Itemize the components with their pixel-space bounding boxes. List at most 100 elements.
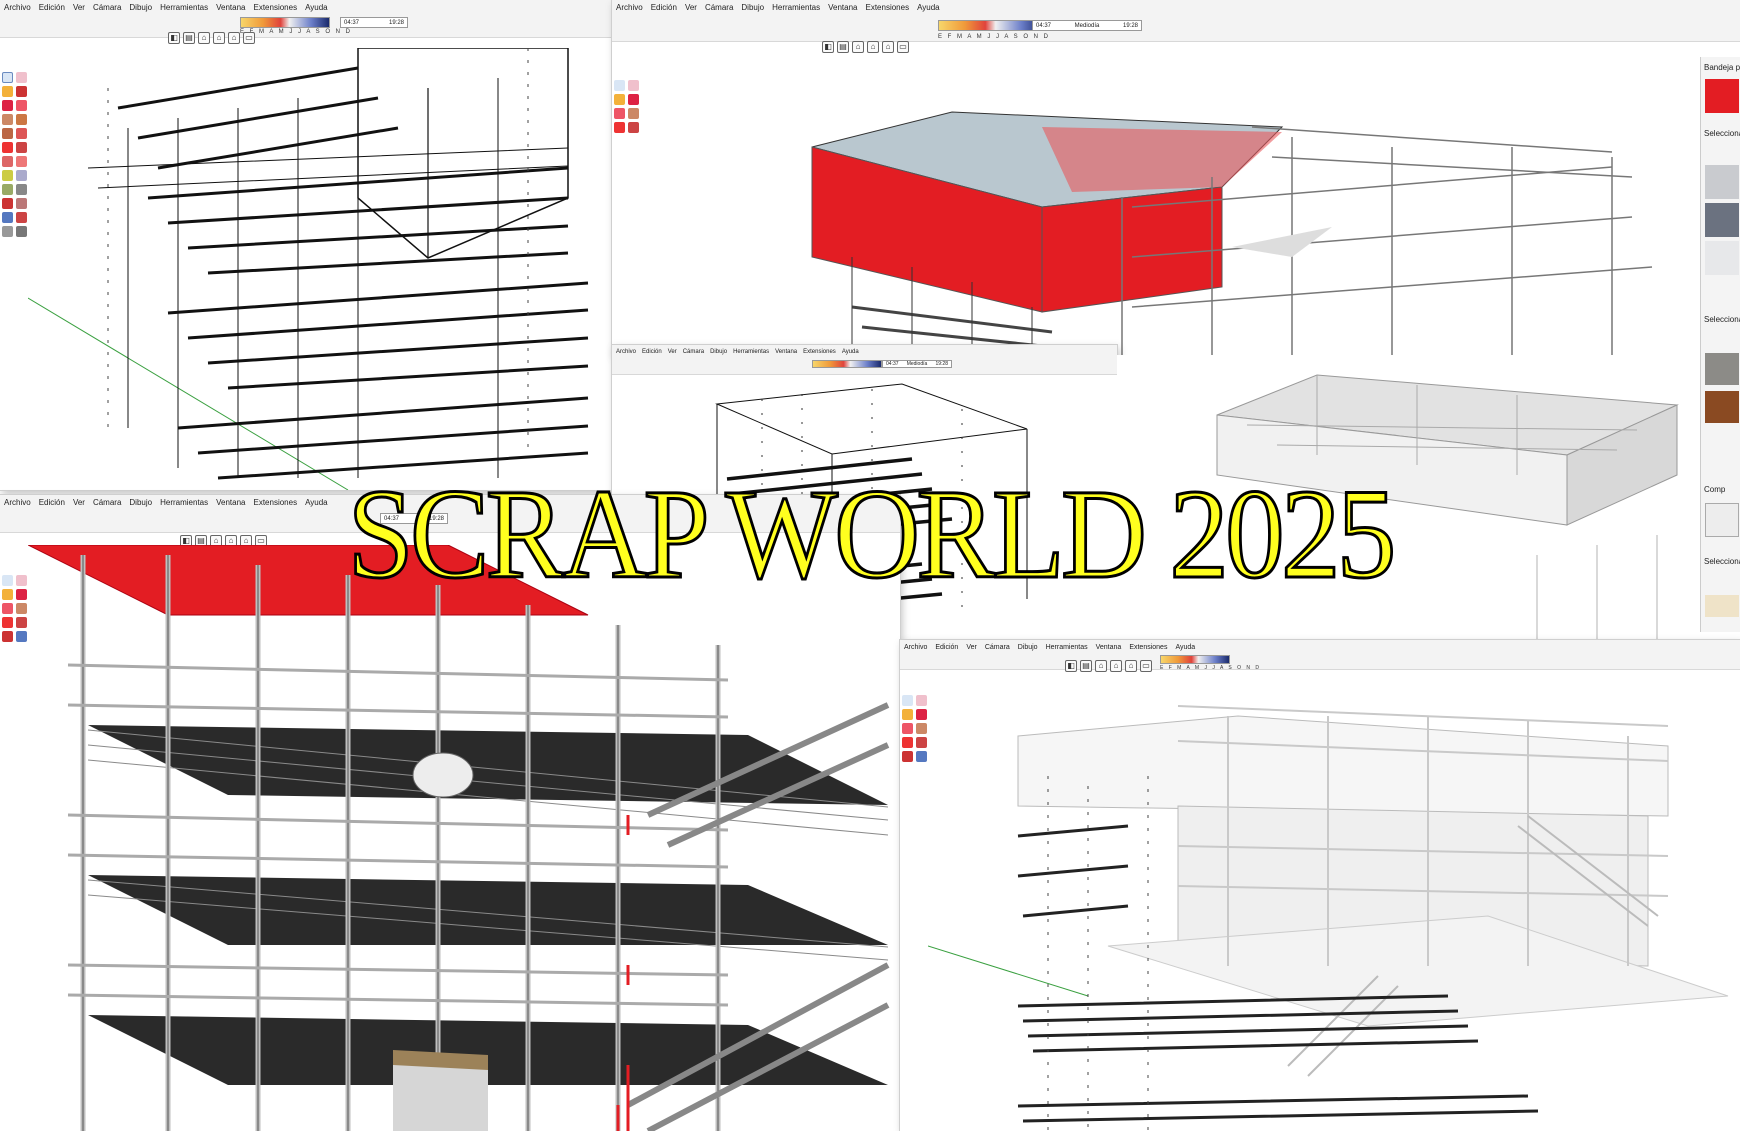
text-icon[interactable] (16, 184, 27, 195)
zoom-icon[interactable] (16, 631, 27, 642)
material-light-grey[interactable] (1705, 165, 1739, 199)
component-railing-thumb[interactable] (1705, 595, 1739, 617)
paint-bucket-icon[interactable] (2, 589, 13, 600)
menu-camara[interactable]: Cámara (705, 3, 733, 12)
menu-ver[interactable]: Ver (668, 349, 677, 355)
current-material-swatch[interactable] (1705, 79, 1739, 113)
menu-ayuda[interactable]: Ayuda (842, 349, 859, 355)
rectangle-icon[interactable] (916, 723, 927, 734)
left-view-icon[interactable]: ▭ (243, 32, 255, 44)
paint-bucket-icon[interactable] (902, 709, 913, 720)
menu-dibujo[interactable]: Dibujo (710, 349, 727, 355)
look-around-icon[interactable] (16, 226, 27, 237)
polygon-icon[interactable] (2, 128, 13, 139)
3d-viewport-1[interactable] (28, 48, 612, 490)
menu-archivo[interactable]: Archivo (904, 644, 927, 651)
offset-icon[interactable] (16, 156, 27, 167)
iso-view-icon[interactable]: ◧ (1065, 660, 1077, 672)
arc-icon[interactable] (16, 100, 27, 111)
menu-extensiones[interactable]: Extensiones (865, 3, 909, 12)
shadow-gradient[interactable] (240, 17, 330, 28)
protractor-icon[interactable] (2, 184, 13, 195)
menu-dibujo[interactable]: Dibujo (129, 3, 152, 12)
scale-icon[interactable] (2, 156, 13, 167)
arc-icon[interactable] (2, 603, 13, 614)
dimension-icon[interactable] (16, 170, 27, 181)
menu-ver[interactable]: Ver (685, 3, 697, 12)
menu-ver[interactable]: Ver (73, 3, 85, 12)
menu-edicion[interactable]: Edición (651, 3, 677, 12)
circle-icon[interactable] (16, 114, 27, 125)
back-view-icon[interactable]: ⌂ (228, 32, 240, 44)
shadow-gradient[interactable] (938, 20, 1043, 31)
walk-icon[interactable] (2, 226, 13, 237)
move-icon[interactable] (2, 617, 13, 628)
front-view-icon[interactable]: ⌂ (852, 41, 864, 53)
iso-view-icon[interactable]: ◧ (822, 41, 834, 53)
menu-ver[interactable]: Ver (966, 644, 977, 651)
right-view-icon[interactable]: ⌂ (1110, 660, 1122, 672)
select-arrow-icon[interactable] (2, 72, 13, 83)
menu-extensiones[interactable]: Extensiones (1129, 644, 1167, 651)
rectangle-icon[interactable] (628, 108, 639, 119)
rectangle-icon[interactable] (16, 603, 27, 614)
menu-archivo[interactable]: Archivo (616, 349, 636, 355)
pencil-icon[interactable] (628, 94, 639, 105)
eraser-icon[interactable] (16, 72, 27, 83)
menu-edicion[interactable]: Edición (935, 644, 958, 651)
orbit-icon[interactable] (2, 631, 13, 642)
line-icon[interactable] (16, 86, 27, 97)
top-view-icon[interactable]: ▤ (1080, 660, 1092, 672)
rectangle-icon[interactable] (2, 114, 13, 125)
right-view-icon[interactable]: ⌂ (867, 41, 879, 53)
right-view-icon[interactable]: ⌂ (213, 32, 225, 44)
select-arrow-icon[interactable] (2, 575, 13, 586)
3d-viewport-6[interactable] (928, 676, 1740, 1131)
back-view-icon[interactable]: ⌂ (882, 41, 894, 53)
menu-ventana[interactable]: Ventana (828, 3, 857, 12)
menu-dibujo[interactable]: Dibujo (741, 3, 764, 12)
material-pale-grey[interactable] (1705, 241, 1739, 275)
menu-extensiones[interactable]: Extensiones (803, 349, 836, 355)
pencil-icon[interactable] (916, 709, 927, 720)
3d-viewport-2[interactable] (652, 57, 1700, 355)
zoom-icon[interactable] (2, 212, 13, 223)
menu-archivo[interactable]: Archivo (4, 498, 31, 507)
menu-archivo[interactable]: Archivo (616, 3, 643, 12)
menu-ayuda[interactable]: Ayuda (305, 3, 328, 12)
menu-ayuda[interactable]: Ayuda (1175, 644, 1195, 651)
top-view-icon[interactable]: ▤ (837, 41, 849, 53)
pan-icon[interactable] (16, 198, 27, 209)
top-view-icon[interactable]: ▤ (183, 32, 195, 44)
pencil-icon[interactable] (2, 100, 13, 111)
menu-ayuda[interactable]: Ayuda (917, 3, 940, 12)
tape-measure-icon[interactable] (2, 170, 13, 181)
shadow-gradient[interactable] (1160, 655, 1230, 664)
shadow-time[interactable]: 04:37 Mediodía 19:28 (1032, 20, 1142, 31)
eraser-icon[interactable] (16, 575, 27, 586)
menu-herramientas[interactable]: Herramientas (772, 3, 820, 12)
menu-dibujo[interactable]: Dibujo (1018, 644, 1038, 651)
arc-icon[interactable] (614, 108, 625, 119)
menu-camara[interactable]: Cámara (93, 3, 121, 12)
pushpull-icon[interactable] (16, 128, 27, 139)
select-arrow-icon[interactable] (902, 695, 913, 706)
back-view-icon[interactable]: ⌂ (1125, 660, 1137, 672)
3d-viewport-5[interactable] (28, 545, 900, 1131)
menu-ventana[interactable]: Ventana (775, 349, 797, 355)
shadow-time[interactable]: 04:37 Mediodía 19:28 (882, 360, 952, 368)
zoom-icon[interactable] (916, 751, 927, 762)
move-icon[interactable] (614, 122, 625, 133)
menu-herramientas[interactable]: Herramientas (160, 3, 208, 12)
rotate-icon[interactable] (916, 737, 927, 748)
rotate-icon[interactable] (16, 142, 27, 153)
material-stone[interactable] (1705, 353, 1739, 385)
zoom-window-icon[interactable] (16, 212, 27, 223)
menu-extensiones[interactable]: Extensiones (253, 3, 297, 12)
arc-icon[interactable] (902, 723, 913, 734)
material-blue-grey[interactable] (1705, 203, 1739, 237)
component-cube-thumb[interactable] (1705, 503, 1739, 537)
move-icon[interactable] (902, 737, 913, 748)
front-view-icon[interactable]: ⌂ (1095, 660, 1107, 672)
menu-ventana[interactable]: Ventana (1096, 644, 1122, 651)
